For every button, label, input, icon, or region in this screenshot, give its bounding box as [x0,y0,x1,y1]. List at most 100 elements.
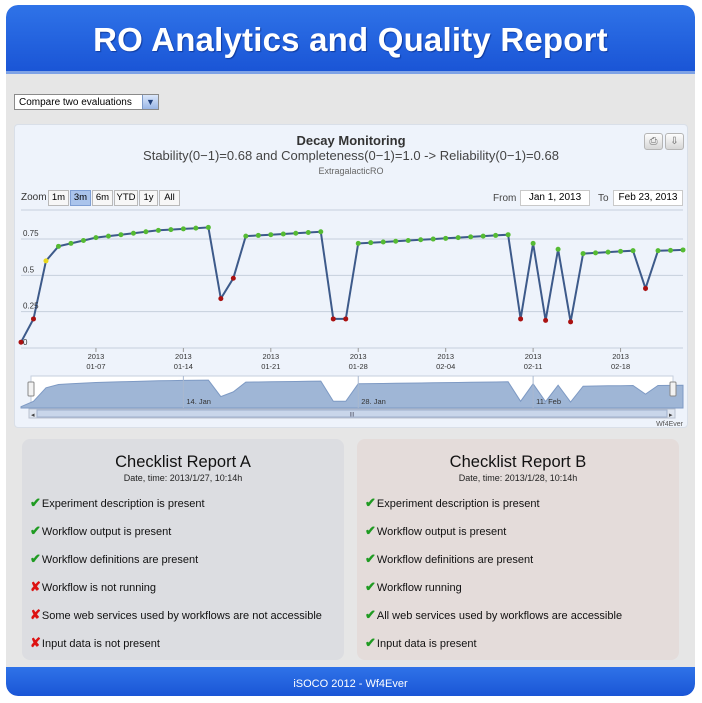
data-point [293,230,299,236]
reliability-series-line [20,226,684,343]
x-tick-year: 2013 [88,352,105,361]
page-title: RO Analytics and Quality Report [93,21,608,58]
data-point [143,229,149,235]
check-icon: ✔ [365,607,376,622]
checklist-b-item: ✔Workflow definitions are present [365,551,533,567]
data-point [505,232,511,238]
data-point [643,285,649,291]
y-tick-label: 0.5 [23,265,35,274]
data-point [305,230,311,236]
compare-select[interactable]: Compare two evaluations ▼ [14,94,159,110]
checklist-item-text: Workflow definitions are present [376,554,534,566]
check-icon: ✔ [365,495,376,510]
checklist-a-item: ✔Workflow definitions are present [30,551,198,567]
data-point [355,240,361,246]
decay-line-chart: 00.250.50.75201301-07201301-14201301-212… [18,209,686,427]
x-tick-year: 2013 [350,352,367,361]
check-icon: ✔ [30,551,41,566]
data-point [80,238,86,244]
data-point [518,316,524,322]
data-point [330,316,336,322]
checklist-a-item: ✘Input data is not present [30,635,160,651]
data-point [93,235,99,241]
data-point [243,233,249,239]
data-point [193,225,199,231]
checklist-b-item: ✔Workflow output is present [365,523,506,539]
chart-watermark: Wf4Ever [656,421,684,427]
y-tick-label: 0 [23,338,28,347]
report-frame: RO Analytics and Quality Report Compare … [6,5,695,696]
header-bar: RO Analytics and Quality Report [6,5,695,74]
data-point [405,238,411,244]
x-tick-label: 01-21 [261,362,280,371]
checklist-item-text: Workflow output is present [376,526,507,538]
data-point [43,258,49,264]
data-point [105,233,111,239]
checklist-b-item: ✔Input data is present [365,635,477,651]
x-tick-label: 01-07 [86,362,105,371]
checklist-item-text: Input data is present [376,638,477,650]
checklist-a-item: ✘Workflow is not running [30,579,156,595]
chevron-down-icon[interactable]: ▼ [142,95,158,109]
footer: iSOCO 2012 - Wf4Ever [6,667,695,696]
x-tick-year: 2013 [262,352,279,361]
checklist-a-item: ✔Experiment description is present [30,495,205,511]
data-point [655,248,661,254]
data-point [30,316,36,322]
checklist-b-date: Date, time: 2013/1/28, 10:14h [458,473,578,483]
check-icon: ✔ [365,551,376,566]
x-tick-label: 01-14 [174,362,193,371]
y-tick-label: 0.75 [23,229,39,238]
data-point [568,319,574,325]
data-point [443,235,449,241]
x-tick-year: 2013 [437,352,454,361]
data-point [605,249,611,255]
checklist-a-item: ✔Workflow output is present [30,523,171,539]
x-tick-label: 02-04 [436,362,455,371]
data-point [168,227,174,233]
checklist-b-item: ✔Experiment description is present [365,495,540,511]
data-point [343,316,349,322]
cross-icon: ✘ [30,635,41,650]
data-point [680,247,686,253]
checklist-item-text: Workflow definitions are present [41,554,199,566]
navigator-date-label: 11. Feb [536,397,561,406]
check-icon: ✔ [30,523,41,538]
x-tick-label: 01-28 [349,362,368,371]
data-point [480,233,486,239]
checklist-item-text: Some web services used by workflows are … [41,610,322,622]
checklist-a-date: Date, time: 2013/1/27, 10:14h [123,473,243,483]
scroll-left-arrow: ◂ [31,412,35,419]
data-point [318,229,324,235]
data-point [580,251,586,257]
navigator-right-handle [669,381,677,397]
data-point [555,246,561,252]
data-point [55,243,61,249]
data-point [455,235,461,241]
checklist-b-title: Checklist Report B [449,453,587,471]
data-point [180,226,186,232]
decay-chart-panel: Decay Monitoring Stability(0−1)=0.68 and… [14,124,688,428]
data-point [593,250,599,256]
data-point [618,248,624,254]
data-point [668,247,674,253]
checklist-item-text: Input data is not present [41,638,160,650]
data-point [255,232,261,238]
x-tick-label: 02-18 [611,362,630,371]
check-icon: ✔ [365,579,376,594]
checklist-a-title: Checklist Report A [115,453,251,471]
scrollbar-grip: III [349,413,354,419]
checklist-item-text: Experiment description is present [41,498,205,510]
data-point [368,240,374,246]
checklist-a-item: ✘Some web services used by workflows are… [30,607,322,623]
data-point [218,296,224,302]
checklist-b-item: ✔Workflow running [365,579,462,595]
data-point [155,227,161,233]
data-point [280,231,286,237]
data-point [530,240,536,246]
scroll-right-arrow: ▸ [669,412,673,419]
checklist-item-text: Workflow is not running [41,582,157,594]
x-tick-year: 2013 [525,352,542,361]
data-point [630,248,636,254]
check-icon: ✔ [365,523,376,538]
